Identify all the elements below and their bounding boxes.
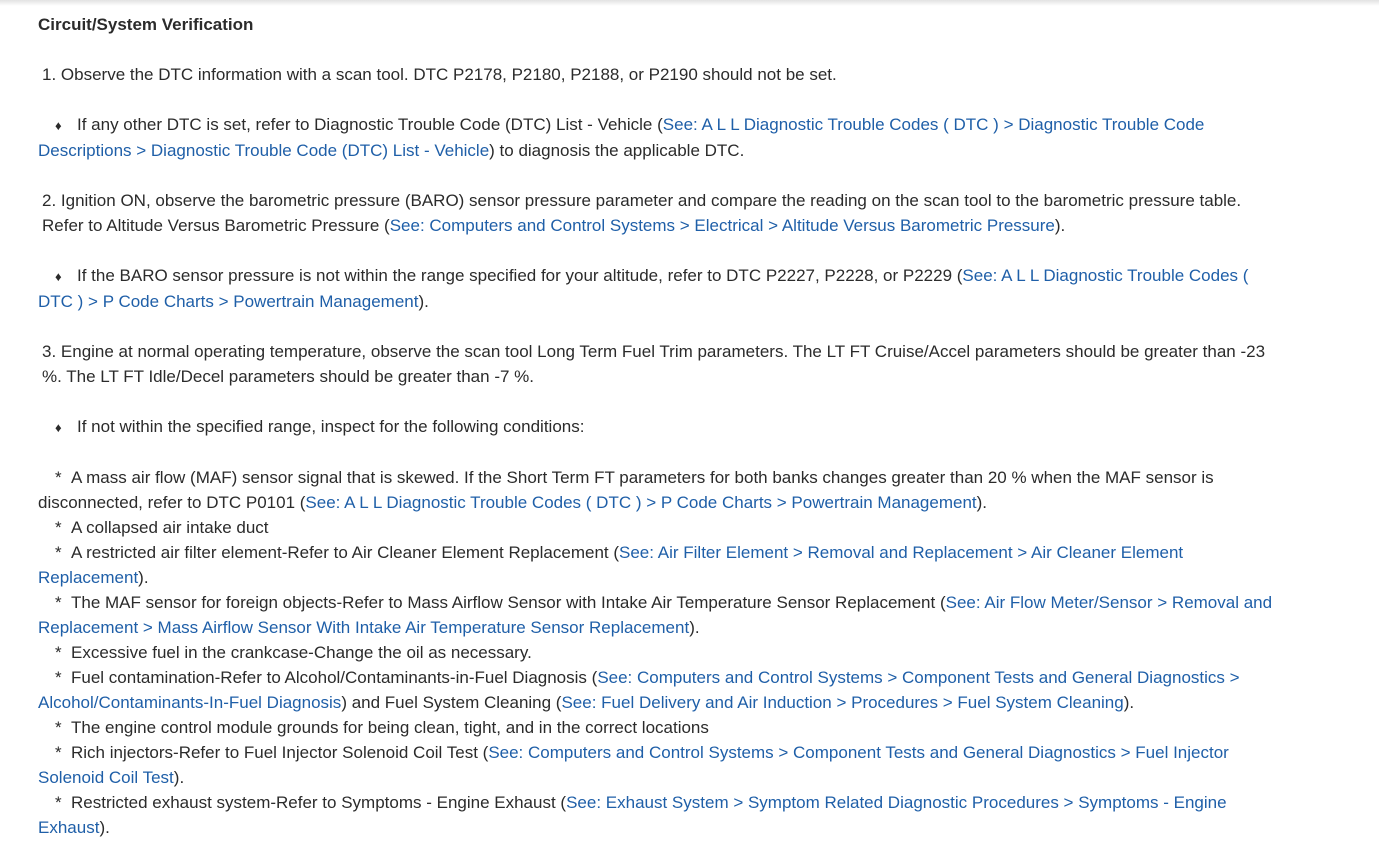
- condition-item: * Excessive fuel in the crankcase-Change …: [38, 640, 1278, 665]
- condition-text: The MAF sensor for foreign objects-Refer…: [71, 593, 946, 612]
- condition-text: A collapsed air intake duct: [71, 518, 269, 537]
- step-1-note-tail: ) to diagnosis the applicable DTC.: [489, 141, 745, 160]
- condition-text-tail: ).: [99, 818, 110, 837]
- condition-text: A restricted air filter element-Refer to…: [71, 543, 620, 562]
- condition-link-2[interactable]: See: Fuel Delivery and Air Induction > P…: [561, 693, 1123, 712]
- condition-item: * A collapsed air intake duct: [38, 515, 1278, 540]
- step-2-tail: ).: [1054, 216, 1066, 235]
- altitude-baro-link[interactable]: See: Computers and Control Systems > Ele…: [390, 216, 1055, 235]
- diamond-bullet-icon: ♦: [55, 118, 62, 133]
- step-1: 1. Observe the DTC information with a sc…: [42, 65, 837, 84]
- condition-item: * Fuel contamination-Refer to Alcohol/Con…: [38, 665, 1278, 715]
- step-2: 2. Ignition ON, observe the barometric p…: [38, 188, 1278, 238]
- diamond-bullet-icon: ♦: [55, 420, 62, 435]
- conditions-list: * A mass air flow (MAF) sensor signal tha…: [38, 465, 1278, 840]
- condition-item: * The MAF sensor for foreign objects-Refe…: [38, 590, 1278, 640]
- step-2-note-tail: ).: [418, 292, 429, 311]
- condition-text-tail: ).: [1123, 693, 1135, 712]
- condition-item: * Rich injectors-Refer to Fuel Injector S…: [38, 740, 1278, 790]
- condition-item: * The engine control module grounds for b…: [38, 715, 1278, 740]
- condition-item: * A mass air flow (MAF) sensor signal tha…: [38, 465, 1278, 515]
- condition-text-tail: ).: [689, 618, 700, 637]
- condition-link[interactable]: See: A L L Diagnostic Trouble Codes ( DT…: [305, 493, 976, 512]
- asterisk-bullet-icon: *: [55, 718, 62, 737]
- step-3: 3. Engine at normal operating temperatur…: [42, 342, 1266, 386]
- step-3-note: ♦ If not within the specified range, insp…: [38, 414, 1278, 440]
- step-3-note-text: If not within the specified range, inspe…: [77, 417, 585, 436]
- top-shadow: [0, 0, 1379, 6]
- condition-text-tail: ).: [976, 493, 988, 512]
- condition-text: Fuel contamination-Refer to Alcohol/Cont…: [71, 668, 598, 687]
- condition-text: Excessive fuel in the crankcase-Change t…: [71, 643, 532, 662]
- step-1-note-text: If any other DTC is set, refer to Diagno…: [77, 115, 663, 134]
- step-2-note-text: If the BARO sensor pressure is not withi…: [77, 266, 963, 285]
- condition-text: Rich injectors-Refer to Fuel Injector So…: [71, 743, 489, 762]
- section-heading: Circuit/System Verification: [38, 15, 254, 34]
- condition-item: * Restricted exhaust system-Refer to Symp…: [38, 790, 1278, 840]
- asterisk-bullet-icon: *: [55, 643, 62, 662]
- diamond-bullet-icon: ♦: [55, 269, 62, 284]
- asterisk-bullet-icon: *: [55, 668, 62, 687]
- asterisk-bullet-icon: *: [55, 543, 62, 562]
- condition-item: * A restricted air filter element-Refer t…: [38, 540, 1278, 590]
- condition-text-tail: ).: [173, 768, 185, 787]
- condition-text: The engine control module grounds for be…: [71, 718, 709, 737]
- condition-text-tail: ).: [138, 568, 149, 587]
- asterisk-bullet-icon: *: [55, 743, 62, 762]
- asterisk-bullet-icon: *: [55, 518, 62, 537]
- step-2-note: ♦ If the BARO sensor pressure is not with…: [38, 263, 1278, 314]
- condition-text: Restricted exhaust system-Refer to Sympt…: [71, 793, 567, 812]
- step-1-note: ♦ If any other DTC is set, refer to Diagn…: [38, 112, 1278, 163]
- condition-text-mid: ) and Fuel System Cleaning (: [341, 693, 562, 712]
- asterisk-bullet-icon: *: [55, 468, 62, 487]
- asterisk-bullet-icon: *: [55, 593, 62, 612]
- document-body: Circuit/System Verification 1. Observe t…: [38, 12, 1278, 840]
- asterisk-bullet-icon: *: [55, 793, 62, 812]
